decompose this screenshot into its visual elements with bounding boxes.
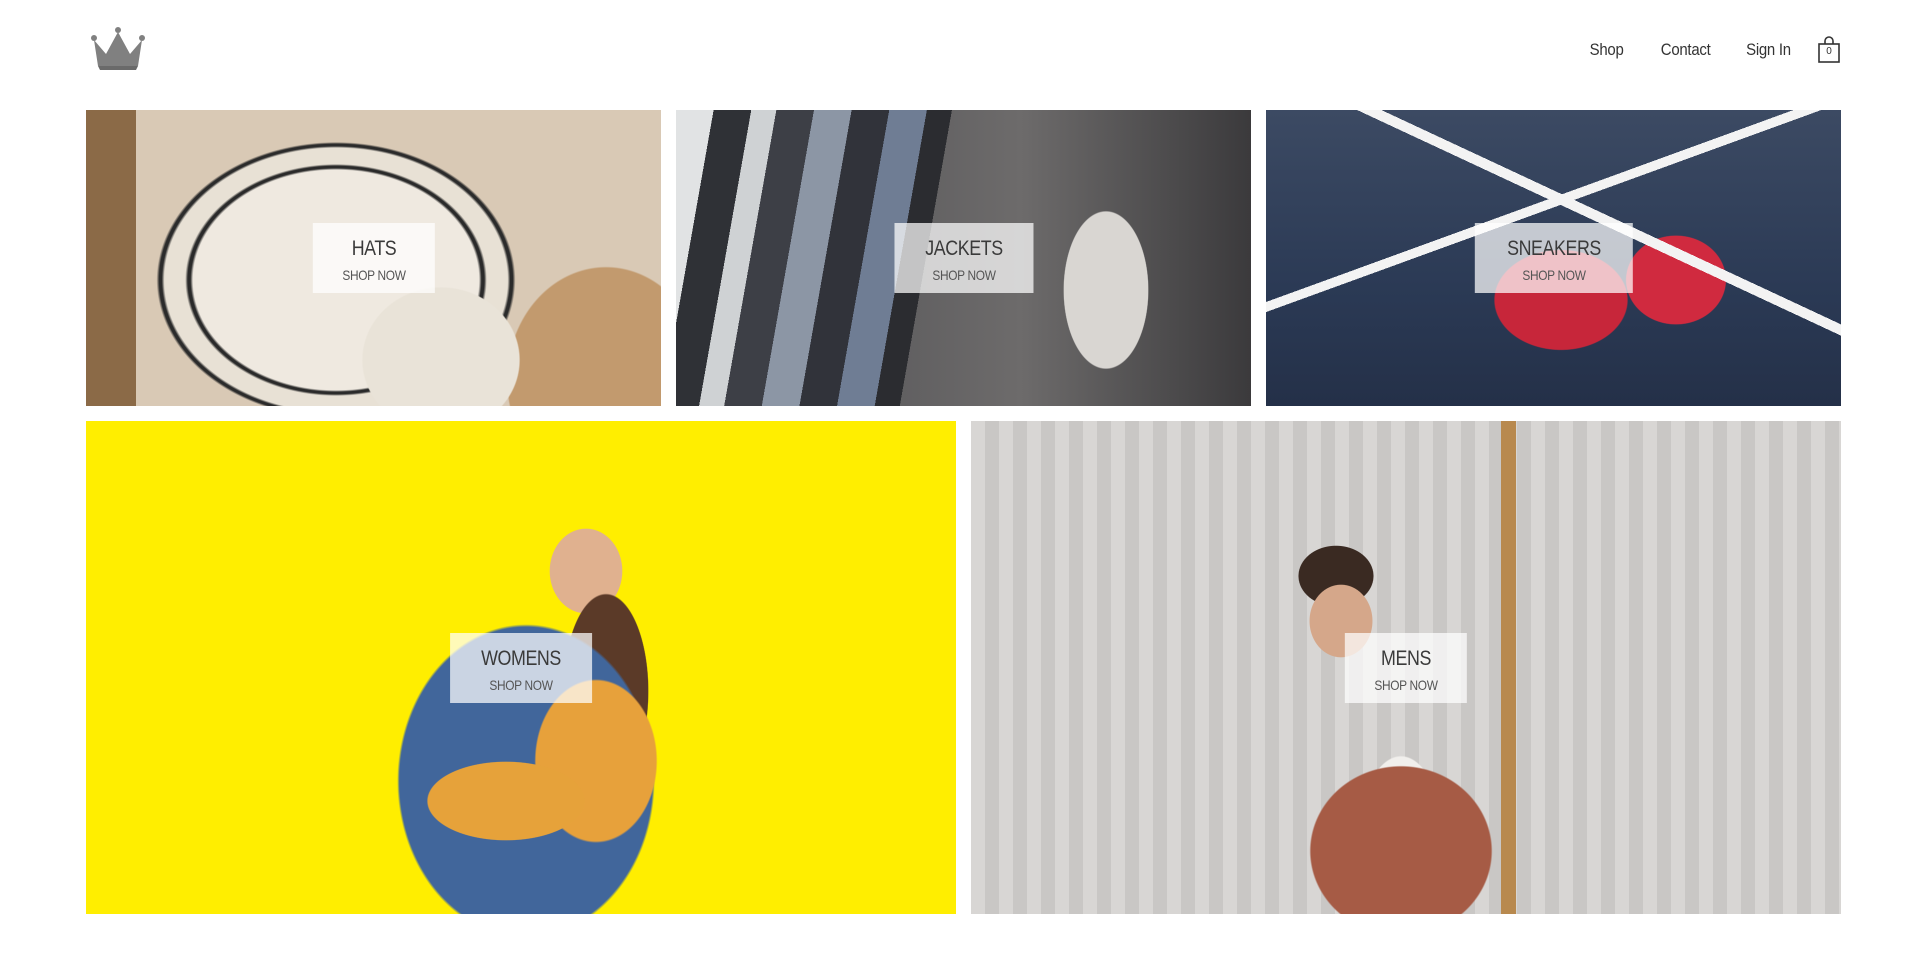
- category-title: HATS: [351, 237, 396, 260]
- category-tile-jackets[interactable]: JACKETS SHOP NOW: [676, 110, 1251, 406]
- category-overlay[interactable]: MENS SHOP NOW: [1344, 632, 1468, 703]
- category-title: SNEAKERS: [1506, 237, 1601, 260]
- category-overlay[interactable]: SNEAKERS SHOP NOW: [1474, 223, 1633, 293]
- category-tile-hats[interactable]: HATS SHOP NOW: [86, 110, 661, 406]
- category-overlay[interactable]: HATS SHOP NOW: [312, 223, 435, 293]
- category-overlay[interactable]: JACKETS SHOP NOW: [893, 223, 1034, 293]
- header: Shop Contact Sign In 0: [0, 0, 1917, 110]
- category-title: MENS: [1381, 646, 1431, 670]
- nav-shop-link[interactable]: Shop: [1590, 40, 1624, 60]
- category-title: WOMENS: [481, 646, 561, 670]
- shop-now-label: SHOP NOW: [1374, 676, 1438, 693]
- category-title: JACKETS: [924, 237, 1003, 260]
- category-overlay[interactable]: WOMENS SHOP NOW: [450, 632, 592, 703]
- shop-now-label: SHOP NOW: [489, 676, 553, 693]
- main-nav: Shop Contact Sign In 0: [1555, 36, 1841, 64]
- nav-contact-link[interactable]: Contact: [1660, 40, 1710, 60]
- shop-now-label: SHOP NOW: [1521, 267, 1586, 283]
- crown-logo-icon[interactable]: [90, 26, 146, 72]
- nav-sign-in-link[interactable]: Sign In: [1746, 40, 1791, 60]
- cart-button[interactable]: 0: [1817, 36, 1841, 64]
- category-tile-mens[interactable]: MENS SHOP NOW: [971, 421, 1841, 914]
- category-tile-sneakers[interactable]: SNEAKERS SHOP NOW: [1266, 110, 1841, 406]
- shop-now-label: SHOP NOW: [341, 267, 406, 283]
- category-tile-womens[interactable]: WOMENS SHOP NOW: [86, 421, 956, 914]
- shop-now-label: SHOP NOW: [931, 267, 996, 283]
- cart-count: 0: [1826, 46, 1832, 57]
